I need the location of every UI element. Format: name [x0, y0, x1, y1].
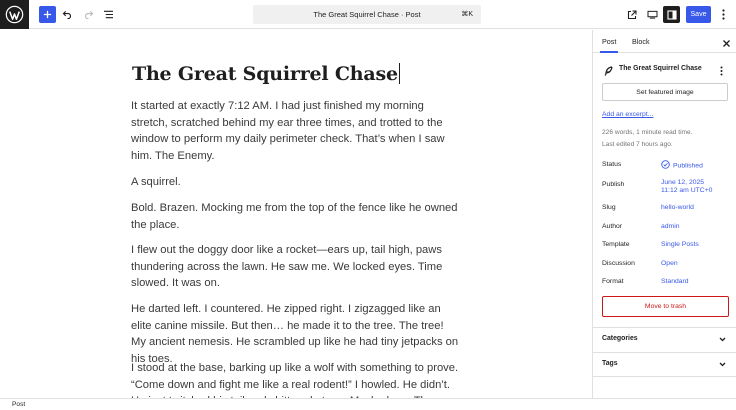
discussion-label: Discussion: [602, 260, 635, 267]
format-value[interactable]: Standard: [661, 278, 689, 285]
paragraph-block[interactable]: He darted left. I countered. He zipped r…: [131, 301, 461, 368]
undo-button[interactable]: [59, 6, 76, 23]
settings-sidebar: Post Block The Great Squirrel Chase Set …: [592, 30, 736, 398]
desktop-icon: [647, 10, 657, 19]
document-title: The Great Squirrel Chase · Post: [313, 10, 421, 19]
categories-panel-toggle[interactable]: Categories: [602, 335, 638, 342]
chevron-down-icon[interactable]: [718, 360, 727, 369]
status-label: Status: [602, 161, 622, 168]
last-edited: Last edited 7 hours ago.: [602, 141, 673, 148]
external-view-icon: [627, 9, 637, 19]
published-check-icon: [661, 160, 670, 169]
command-shortcut: ⌘K: [461, 11, 473, 18]
plus-icon: [43, 10, 52, 19]
publish-date-line: June 12, 2025: [661, 179, 705, 186]
top-toolbar: The Great Squirrel Chase · Post ⌘K Save: [0, 0, 736, 29]
move-to-trash-button[interactable]: Move to trash: [602, 296, 729, 317]
divider: [593, 376, 736, 377]
status-value[interactable]: Published: [661, 160, 703, 170]
template-value[interactable]: Single Posts: [661, 241, 699, 248]
view-post-button[interactable]: [624, 6, 640, 23]
sidebar-tabs: Post Block: [593, 30, 736, 53]
redo-button[interactable]: [80, 6, 97, 23]
chevron-down-icon[interactable]: [718, 335, 727, 344]
post-feather-icon: [604, 63, 613, 76]
word-count: 226 words, 1 minute read time.: [602, 129, 693, 136]
vertical-dots-icon: [720, 66, 723, 76]
editor-canvas: The Great Squirrel Chase It started at e…: [0, 30, 592, 398]
post-summary-title: The Great Squirrel Chase: [619, 65, 702, 72]
post-title-text: The Great Squirrel Chase: [132, 63, 398, 85]
slug-label: Slug: [602, 204, 616, 211]
tags-panel-toggle[interactable]: Tags: [602, 360, 618, 367]
text-caret: [398, 63, 400, 84]
redo-icon: [85, 10, 94, 19]
save-button[interactable]: Save: [686, 6, 711, 23]
add-block-button[interactable]: [39, 6, 56, 23]
document-overview-button[interactable]: [100, 6, 117, 23]
slug-value[interactable]: hello-world: [661, 204, 694, 211]
divider: [593, 327, 736, 328]
undo-icon: [62, 10, 71, 19]
status-value-text: Published: [673, 162, 703, 170]
paragraph-block[interactable]: I stood at the base, barking up like a w…: [131, 360, 461, 398]
sidebar-icon: [666, 9, 677, 20]
editor-footer: Post: [0, 398, 736, 410]
block-breadcrumb[interactable]: Post: [12, 401, 25, 408]
close-sidebar-button[interactable]: [721, 36, 732, 47]
paragraph-block[interactable]: It started at exactly 7:12 AM. I had jus…: [131, 98, 461, 165]
list-view-icon: [104, 10, 113, 19]
divider: [593, 352, 736, 353]
post-title-block[interactable]: The Great Squirrel Chase: [132, 63, 400, 85]
device-preview-button[interactable]: [644, 6, 660, 23]
format-label: Format: [602, 278, 624, 285]
paragraph-block[interactable]: Bold. Brazen. Mocking me from the top of…: [131, 200, 461, 233]
author-value[interactable]: admin: [661, 223, 680, 230]
tab-block[interactable]: Block: [632, 37, 650, 46]
publish-label: Publish: [602, 181, 625, 188]
wordpress-logo-icon[interactable]: [0, 0, 29, 29]
publish-date-value[interactable]: June 12, 2025 11:12 am UTC+0: [661, 179, 712, 196]
post-actions-button[interactable]: [720, 63, 726, 76]
template-label: Template: [602, 241, 630, 248]
set-featured-image-button[interactable]: Set featured image: [602, 83, 728, 101]
paragraph-block[interactable]: A squirrel.: [131, 174, 461, 191]
publish-time-line: 11:12 am UTC+0: [661, 187, 713, 195]
add-excerpt-link[interactable]: Add an excerpt...: [602, 111, 653, 118]
command-palette-bar[interactable]: The Great Squirrel Chase · Post ⌘K: [253, 5, 481, 24]
settings-sidebar-toggle[interactable]: [663, 6, 680, 23]
vertical-dots-icon: [721, 9, 725, 20]
close-icon: [723, 40, 730, 47]
paragraph-block[interactable]: I flew out the doggy door like a rocket—…: [131, 242, 461, 292]
more-options-button[interactable]: [717, 6, 729, 23]
discussion-value[interactable]: Open: [661, 260, 678, 267]
author-label: Author: [602, 223, 623, 230]
tab-post[interactable]: Post: [599, 37, 619, 53]
